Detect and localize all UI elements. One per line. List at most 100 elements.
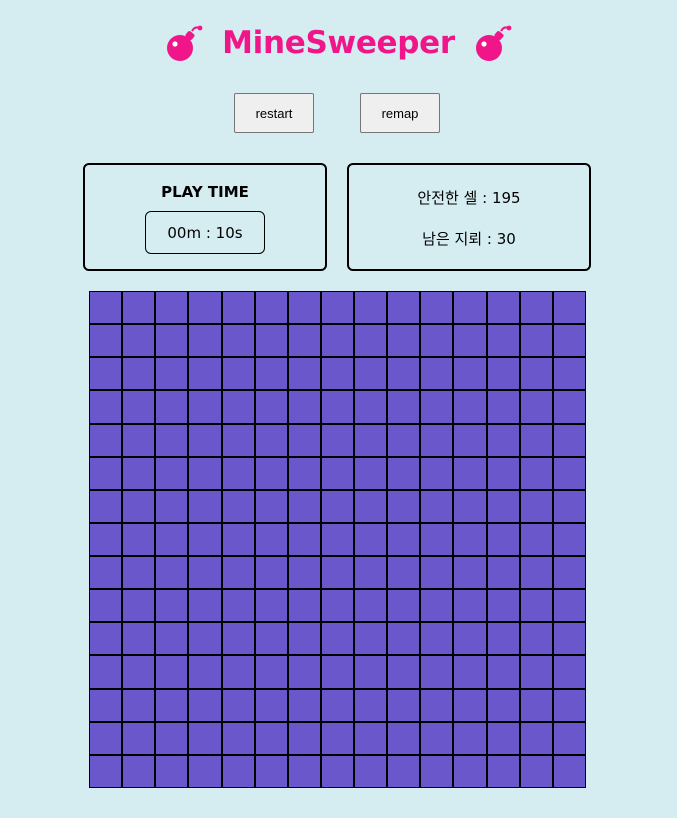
board-cell[interactable] xyxy=(90,424,122,456)
board-cell[interactable] xyxy=(454,358,486,390)
board-cell[interactable] xyxy=(388,755,420,787)
board-cell[interactable] xyxy=(421,523,453,556)
board-cell[interactable] xyxy=(388,391,420,423)
board-cell[interactable] xyxy=(255,623,287,655)
board-cell[interactable] xyxy=(288,689,320,721)
board-cell[interactable] xyxy=(388,523,420,556)
board-cell[interactable] xyxy=(255,590,287,622)
board-cell[interactable] xyxy=(123,656,155,688)
board-cell[interactable] xyxy=(520,490,552,522)
board-cell[interactable] xyxy=(321,490,354,522)
board-cell[interactable] xyxy=(156,656,188,688)
board-cell[interactable] xyxy=(222,755,254,787)
board-cell[interactable] xyxy=(520,623,552,655)
board-cell[interactable] xyxy=(520,557,552,589)
board-cell[interactable] xyxy=(487,358,519,390)
board-cell[interactable] xyxy=(189,292,221,324)
board-cell[interactable] xyxy=(90,325,122,357)
board-cell[interactable] xyxy=(553,755,585,787)
board-cell[interactable] xyxy=(388,590,420,622)
board-cell[interactable] xyxy=(255,457,287,489)
board-cell[interactable] xyxy=(553,358,585,390)
restart-button[interactable]: restart xyxy=(234,93,314,133)
board-cell[interactable] xyxy=(553,490,585,522)
board-cell[interactable] xyxy=(421,557,453,589)
board-cell[interactable] xyxy=(421,722,453,754)
board-cell[interactable] xyxy=(189,656,221,688)
board-cell[interactable] xyxy=(553,523,585,556)
board-cell[interactable] xyxy=(90,755,122,787)
board-cell[interactable] xyxy=(288,722,320,754)
board-cell[interactable] xyxy=(421,391,453,423)
board-cell[interactable] xyxy=(123,490,155,522)
board-cell[interactable] xyxy=(388,325,420,357)
board-cell[interactable] xyxy=(487,557,519,589)
board-cell[interactable] xyxy=(156,623,188,655)
board-cell[interactable] xyxy=(255,557,287,589)
board-cell[interactable] xyxy=(520,358,552,390)
board-cell[interactable] xyxy=(454,722,486,754)
board-cell[interactable] xyxy=(189,523,221,556)
board-cell[interactable] xyxy=(454,656,486,688)
board-cell[interactable] xyxy=(321,358,354,390)
board-cell[interactable] xyxy=(90,391,122,423)
board-cell[interactable] xyxy=(421,656,453,688)
board-cell[interactable] xyxy=(123,689,155,721)
board-cell[interactable] xyxy=(487,391,519,423)
board-cell[interactable] xyxy=(388,292,420,324)
board-cell[interactable] xyxy=(288,358,320,390)
board-cell[interactable] xyxy=(189,755,221,787)
board-cell[interactable] xyxy=(90,722,122,754)
board-cell[interactable] xyxy=(321,523,354,556)
board-cell[interactable] xyxy=(355,292,387,324)
board-cell[interactable] xyxy=(421,755,453,787)
board-cell[interactable] xyxy=(520,656,552,688)
board-cell[interactable] xyxy=(321,689,354,721)
board-cell[interactable] xyxy=(222,490,254,522)
board-cell[interactable] xyxy=(90,590,122,622)
board-cell[interactable] xyxy=(123,523,155,556)
board-cell[interactable] xyxy=(288,490,320,522)
board-cell[interactable] xyxy=(553,424,585,456)
board-cell[interactable] xyxy=(355,623,387,655)
board-cell[interactable] xyxy=(321,590,354,622)
board-cell[interactable] xyxy=(90,457,122,489)
board-cell[interactable] xyxy=(123,325,155,357)
board-cell[interactable] xyxy=(222,325,254,357)
board-cell[interactable] xyxy=(520,689,552,721)
board-cell[interactable] xyxy=(355,358,387,390)
board-cell[interactable] xyxy=(421,490,453,522)
board-cell[interactable] xyxy=(156,590,188,622)
board-cell[interactable] xyxy=(520,391,552,423)
board-cell[interactable] xyxy=(321,755,354,787)
board-cell[interactable] xyxy=(454,623,486,655)
board-cell[interactable] xyxy=(421,590,453,622)
board-cell[interactable] xyxy=(123,457,155,489)
board-cell[interactable] xyxy=(222,656,254,688)
board-cell[interactable] xyxy=(222,457,254,489)
board-cell[interactable] xyxy=(355,391,387,423)
board-cell[interactable] xyxy=(156,722,188,754)
board-cell[interactable] xyxy=(355,523,387,556)
board-cell[interactable] xyxy=(321,656,354,688)
board-cell[interactable] xyxy=(222,391,254,423)
board-cell[interactable] xyxy=(421,358,453,390)
board-cell[interactable] xyxy=(288,391,320,423)
board-cell[interactable] xyxy=(553,623,585,655)
board-cell[interactable] xyxy=(388,457,420,489)
board-cell[interactable] xyxy=(189,490,221,522)
board-cell[interactable] xyxy=(454,755,486,787)
board-cell[interactable] xyxy=(90,490,122,522)
board-cell[interactable] xyxy=(321,457,354,489)
board-cell[interactable] xyxy=(355,490,387,522)
board-cell[interactable] xyxy=(255,424,287,456)
board-cell[interactable] xyxy=(90,557,122,589)
board-cell[interactable] xyxy=(321,325,354,357)
board-cell[interactable] xyxy=(189,689,221,721)
board-cell[interactable] xyxy=(553,292,585,324)
board-cell[interactable] xyxy=(156,689,188,721)
board-cell[interactable] xyxy=(520,523,552,556)
board-cell[interactable] xyxy=(288,590,320,622)
board-cell[interactable] xyxy=(321,391,354,423)
board-cell[interactable] xyxy=(90,292,122,324)
